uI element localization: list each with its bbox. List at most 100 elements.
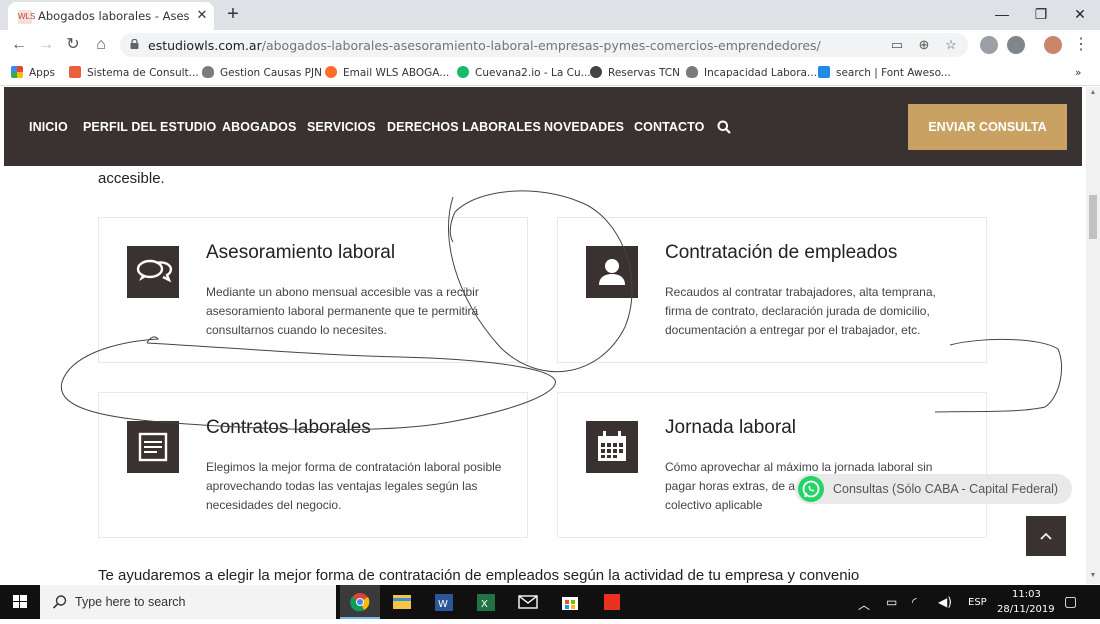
bookmark-font-awesome[interactable]: search | Font Aweso... bbox=[818, 65, 951, 81]
extension-icon[interactable] bbox=[980, 36, 998, 54]
chrome-taskbar-icon[interactable] bbox=[340, 585, 380, 619]
new-tab-button[interactable]: + bbox=[222, 3, 244, 25]
site-navigation: INICIO PERFIL DEL ESTUDIO ABOGADOS SERVI… bbox=[4, 87, 1082, 166]
nav-derechos[interactable]: DERECHOS LABORALES bbox=[387, 120, 541, 134]
bookmark-incapacidad[interactable]: Incapacidad Labora... bbox=[686, 65, 817, 81]
close-window-button[interactable]: ✕ bbox=[1060, 2, 1100, 26]
reload-button[interactable]: ↻ bbox=[62, 34, 84, 56]
clock-date[interactable]: 28/11/2019 bbox=[997, 604, 1055, 615]
url-path: /abogados-laborales-asesoramiento-labora… bbox=[261, 38, 821, 53]
shield-icon bbox=[202, 66, 214, 78]
play-icon bbox=[457, 66, 469, 78]
tab-strip: WLS Abogados laborales - Asesoramiento l… bbox=[0, 0, 1100, 30]
bookmark-apps[interactable]: Apps bbox=[11, 65, 55, 81]
forward-button[interactable]: → bbox=[35, 34, 57, 56]
web-page: INICIO PERFIL DEL ESTUDIO ABOGADOS SERVI… bbox=[0, 87, 1086, 584]
scroll-up-icon[interactable]: ▲ bbox=[1088, 89, 1098, 99]
service-card-jornada[interactable]: Jornada laboral Cómo aprovechar al máxim… bbox=[557, 392, 987, 538]
windows-taskbar: Type here to search W X ︿ ▭ ◜ ◀) ESP 11:… bbox=[0, 585, 1100, 619]
bookmark-reservas-tcn[interactable]: Reservas TCN bbox=[590, 65, 680, 81]
apps-grid-icon bbox=[11, 66, 23, 78]
card-title: Contratación de empleados bbox=[665, 242, 898, 263]
user-icon bbox=[586, 246, 638, 298]
back-button[interactable]: ← bbox=[8, 34, 30, 56]
cast-icon[interactable]: ▭ bbox=[888, 36, 906, 54]
volume-icon[interactable]: ◀) bbox=[938, 595, 952, 609]
notifications-icon[interactable]: ▢ bbox=[1064, 594, 1077, 610]
calendar-icon bbox=[586, 421, 638, 473]
file-explorer-icon[interactable] bbox=[382, 585, 422, 619]
service-card-contratacion[interactable]: Contratación de empleados Recaudos al co… bbox=[557, 217, 987, 363]
nav-perfil[interactable]: PERFIL DEL ESTUDIO bbox=[83, 120, 216, 134]
home-button[interactable]: ⌂ bbox=[90, 34, 112, 56]
whatsapp-label: Consultas (Sólo CABA - Capital Federal) bbox=[833, 482, 1059, 496]
browser-toolbar: ← → ↻ ⌂ estudiowls.com.ar/abogados-labor… bbox=[0, 30, 1100, 60]
lock-icon[interactable] bbox=[130, 39, 139, 49]
contract-icon bbox=[127, 421, 179, 473]
nav-inicio[interactable]: INICIO bbox=[29, 120, 68, 134]
card-text: Recaudos al contratar trabajadores, alta… bbox=[665, 285, 936, 337]
svg-text:X: X bbox=[481, 599, 488, 610]
chevron-up-icon bbox=[1040, 532, 1052, 540]
card-title: Jornada laboral bbox=[665, 417, 796, 438]
tab-title: Abogados laborales - Asesoramiento labor… bbox=[38, 9, 190, 23]
bookmark-gestion-causas[interactable]: Gestion Causas PJN bbox=[202, 65, 322, 81]
start-button[interactable] bbox=[0, 585, 40, 619]
profile-avatar[interactable] bbox=[1044, 36, 1062, 54]
wifi-icon[interactable]: ◜ bbox=[912, 595, 917, 609]
battery-icon[interactable]: ▭ bbox=[886, 595, 897, 609]
taskbar-search[interactable]: Type here to search bbox=[40, 585, 336, 619]
url-text: estudiowls.com.ar/abogados-laborales-ase… bbox=[148, 38, 821, 53]
nav-servicios[interactable]: SERVICIOS bbox=[307, 120, 376, 134]
app-red-icon[interactable] bbox=[592, 585, 632, 619]
star-icon[interactable]: ☆ bbox=[942, 36, 960, 54]
minimize-button[interactable]: — bbox=[982, 2, 1022, 26]
windows-logo-icon bbox=[13, 595, 27, 608]
nav-novedades[interactable]: NOVEDADES bbox=[544, 120, 624, 134]
zoom-icon[interactable]: ⊕ bbox=[915, 36, 933, 54]
card-title: Contratos laborales bbox=[206, 417, 371, 438]
bookmark-sistema-consulta[interactable]: Sistema de Consult... bbox=[69, 65, 199, 81]
service-card-contratos[interactable]: Contratos laborales Elegimos la mejor fo… bbox=[98, 392, 528, 538]
restore-button[interactable]: ❐ bbox=[1021, 2, 1061, 26]
bookmark-cuevana[interactable]: Cuevana2.io - La Cu... bbox=[457, 65, 591, 81]
bookmarks-overflow-icon[interactable]: » bbox=[1075, 65, 1081, 81]
service-card-asesoramiento[interactable]: Asesoramiento laboral Mediante un abono … bbox=[98, 217, 528, 363]
extension-cloud-icon[interactable] bbox=[1007, 36, 1025, 54]
url-domain: estudiowls.com.ar bbox=[148, 38, 262, 53]
word-icon[interactable]: W bbox=[424, 585, 464, 619]
enviar-consulta-button[interactable]: ENVIAR CONSULTA bbox=[908, 104, 1067, 150]
language-indicator[interactable]: ESP bbox=[968, 597, 987, 608]
card-text: Elegimos la mejor forma de contratación … bbox=[206, 460, 502, 512]
tray-overflow-icon[interactable]: ︿ bbox=[858, 596, 870, 613]
mail-icon[interactable] bbox=[508, 585, 548, 619]
back-to-top-button[interactable] bbox=[1026, 516, 1066, 556]
scroll-down-icon[interactable]: ▼ bbox=[1088, 572, 1098, 582]
browser-tab[interactable]: WLS Abogados laborales - Asesoramiento l… bbox=[8, 2, 214, 30]
taskbar-search-placeholder: Type here to search bbox=[75, 595, 186, 609]
globe-icon bbox=[590, 66, 602, 78]
address-bar[interactable]: estudiowls.com.ar/abogados-laborales-ase… bbox=[120, 33, 968, 57]
card-text: Mediante un abono mensual accesible vas … bbox=[206, 285, 479, 337]
store-icon[interactable] bbox=[550, 585, 590, 619]
nav-contacto[interactable]: CONTACTO bbox=[634, 120, 704, 134]
search-icon[interactable] bbox=[717, 120, 731, 134]
shield-icon bbox=[686, 66, 698, 78]
page-scrollbar[interactable]: ▲ ▼ bbox=[1086, 87, 1100, 584]
cpanel-icon bbox=[325, 66, 337, 78]
chat-bubbles-icon bbox=[127, 246, 179, 298]
tab-close-icon[interactable]: ✕ bbox=[194, 7, 210, 23]
whatsapp-button[interactable]: Consultas (Sólo CABA - Capital Federal) bbox=[795, 474, 1072, 504]
flag-icon bbox=[818, 66, 830, 78]
card-title: Asesoramiento laboral bbox=[206, 242, 396, 263]
whatsapp-icon bbox=[798, 476, 824, 502]
nav-abogados[interactable]: ABOGADOS bbox=[222, 120, 296, 134]
excel-icon[interactable]: X bbox=[466, 585, 506, 619]
clock-time[interactable]: 11:03 bbox=[1012, 589, 1041, 600]
menu-icon[interactable]: ⋮ bbox=[1070, 34, 1092, 56]
scroll-thumb[interactable] bbox=[1089, 195, 1097, 239]
bookmark-email-wls[interactable]: Email WLS ABOGA... bbox=[325, 65, 449, 81]
site-favicon-icon: WLS bbox=[18, 10, 35, 24]
body-paragraph: Te ayudaremos a elegir la mejor forma de… bbox=[98, 567, 860, 584]
bookmarks-bar: Apps Sistema de Consult... Gestion Causa… bbox=[0, 60, 1100, 86]
